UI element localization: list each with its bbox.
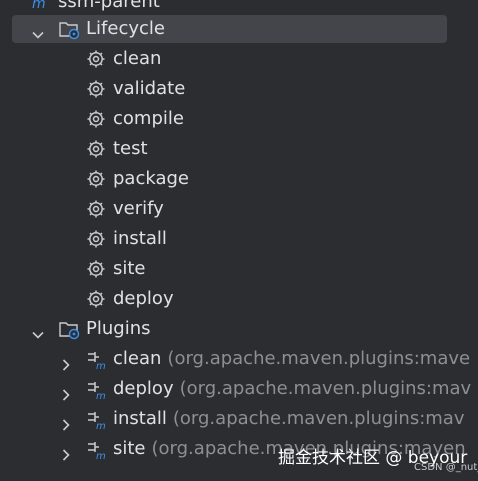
plugin-name: clean — [113, 348, 162, 369]
gear-icon — [85, 138, 107, 160]
lifecycle-label: Lifecycle — [86, 18, 165, 39]
svg-text:m: m — [32, 0, 46, 12]
svg-text:m: m — [96, 361, 106, 370]
svg-text:m: m — [96, 421, 106, 430]
chevron-right-icon[interactable] — [59, 442, 73, 461]
lifecycle-goal-site[interactable]: site — [0, 254, 478, 284]
plugin-name: deploy — [113, 378, 174, 399]
folder-gear-icon — [58, 18, 80, 40]
goal-label: validate — [113, 78, 186, 99]
maven-plugin-icon: m — [85, 348, 107, 372]
goal-label: clean — [113, 48, 162, 69]
goal-label: site — [113, 258, 146, 279]
lifecycle-goal-clean[interactable]: clean — [0, 44, 478, 74]
chevron-right-icon[interactable] — [59, 382, 73, 401]
chevron-right-icon[interactable] — [59, 352, 73, 371]
lifecycle-goal-validate[interactable]: validate — [0, 74, 478, 104]
plugin-item-install[interactable]: m install (org.apache.maven.plugins:mav — [0, 404, 478, 434]
chevron-right-icon[interactable] — [59, 412, 73, 431]
gear-icon — [85, 198, 107, 220]
lifecycle-goal-install[interactable]: install — [0, 224, 478, 254]
maven-plugin-icon: m — [85, 378, 107, 402]
tree-item-lifecycle[interactable]: Lifecycle — [0, 14, 478, 44]
chevron-down-icon[interactable] — [31, 22, 45, 39]
folder-gear-icon — [58, 318, 80, 340]
gear-icon — [85, 108, 107, 130]
gear-icon — [85, 78, 107, 100]
lifecycle-goal-test[interactable]: test — [0, 134, 478, 164]
goal-label: package — [113, 168, 189, 189]
goal-label: deploy — [113, 288, 174, 309]
maven-project-icon: m — [30, 0, 52, 13]
goal-label: compile — [113, 108, 184, 129]
plugins-label: Plugins — [86, 318, 151, 339]
gear-icon — [85, 258, 107, 280]
watermark-subtext: CSDN @_nut_ — [414, 462, 478, 473]
plugin-name: site — [113, 438, 146, 459]
plugin-detail: (org.apache.maven.plugins:mav — [179, 378, 472, 399]
gear-icon — [85, 168, 107, 190]
goal-label: install — [113, 228, 167, 249]
maven-tree: m ssm-parent Lifecycle clean validate co… — [0, 0, 478, 481]
gear-icon — [85, 228, 107, 250]
maven-plugin-icon: m — [85, 408, 107, 432]
lifecycle-goal-deploy[interactable]: deploy — [0, 284, 478, 314]
goal-label: verify — [113, 198, 164, 219]
lifecycle-goal-package[interactable]: package — [0, 164, 478, 194]
gear-icon — [85, 48, 107, 70]
plugin-item-deploy[interactable]: m deploy (org.apache.maven.plugins:mav — [0, 374, 478, 404]
tree-item-plugins[interactable]: Plugins — [0, 314, 478, 344]
plugin-item-clean[interactable]: m clean (org.apache.maven.plugins:mave — [0, 344, 478, 374]
goal-label: test — [113, 138, 148, 159]
chevron-down-icon[interactable] — [31, 322, 45, 339]
gear-icon — [85, 288, 107, 310]
lifecycle-goal-verify[interactable]: verify — [0, 194, 478, 224]
maven-plugin-icon: m — [85, 438, 107, 462]
svg-text:m: m — [96, 391, 106, 400]
plugin-detail: (org.apache.maven.plugins:mav — [172, 408, 465, 429]
plugin-detail: (org.apache.maven.plugins:mave — [167, 348, 471, 369]
plugin-name: install — [113, 408, 167, 429]
lifecycle-goal-compile[interactable]: compile — [0, 104, 478, 134]
svg-text:m: m — [96, 451, 106, 460]
